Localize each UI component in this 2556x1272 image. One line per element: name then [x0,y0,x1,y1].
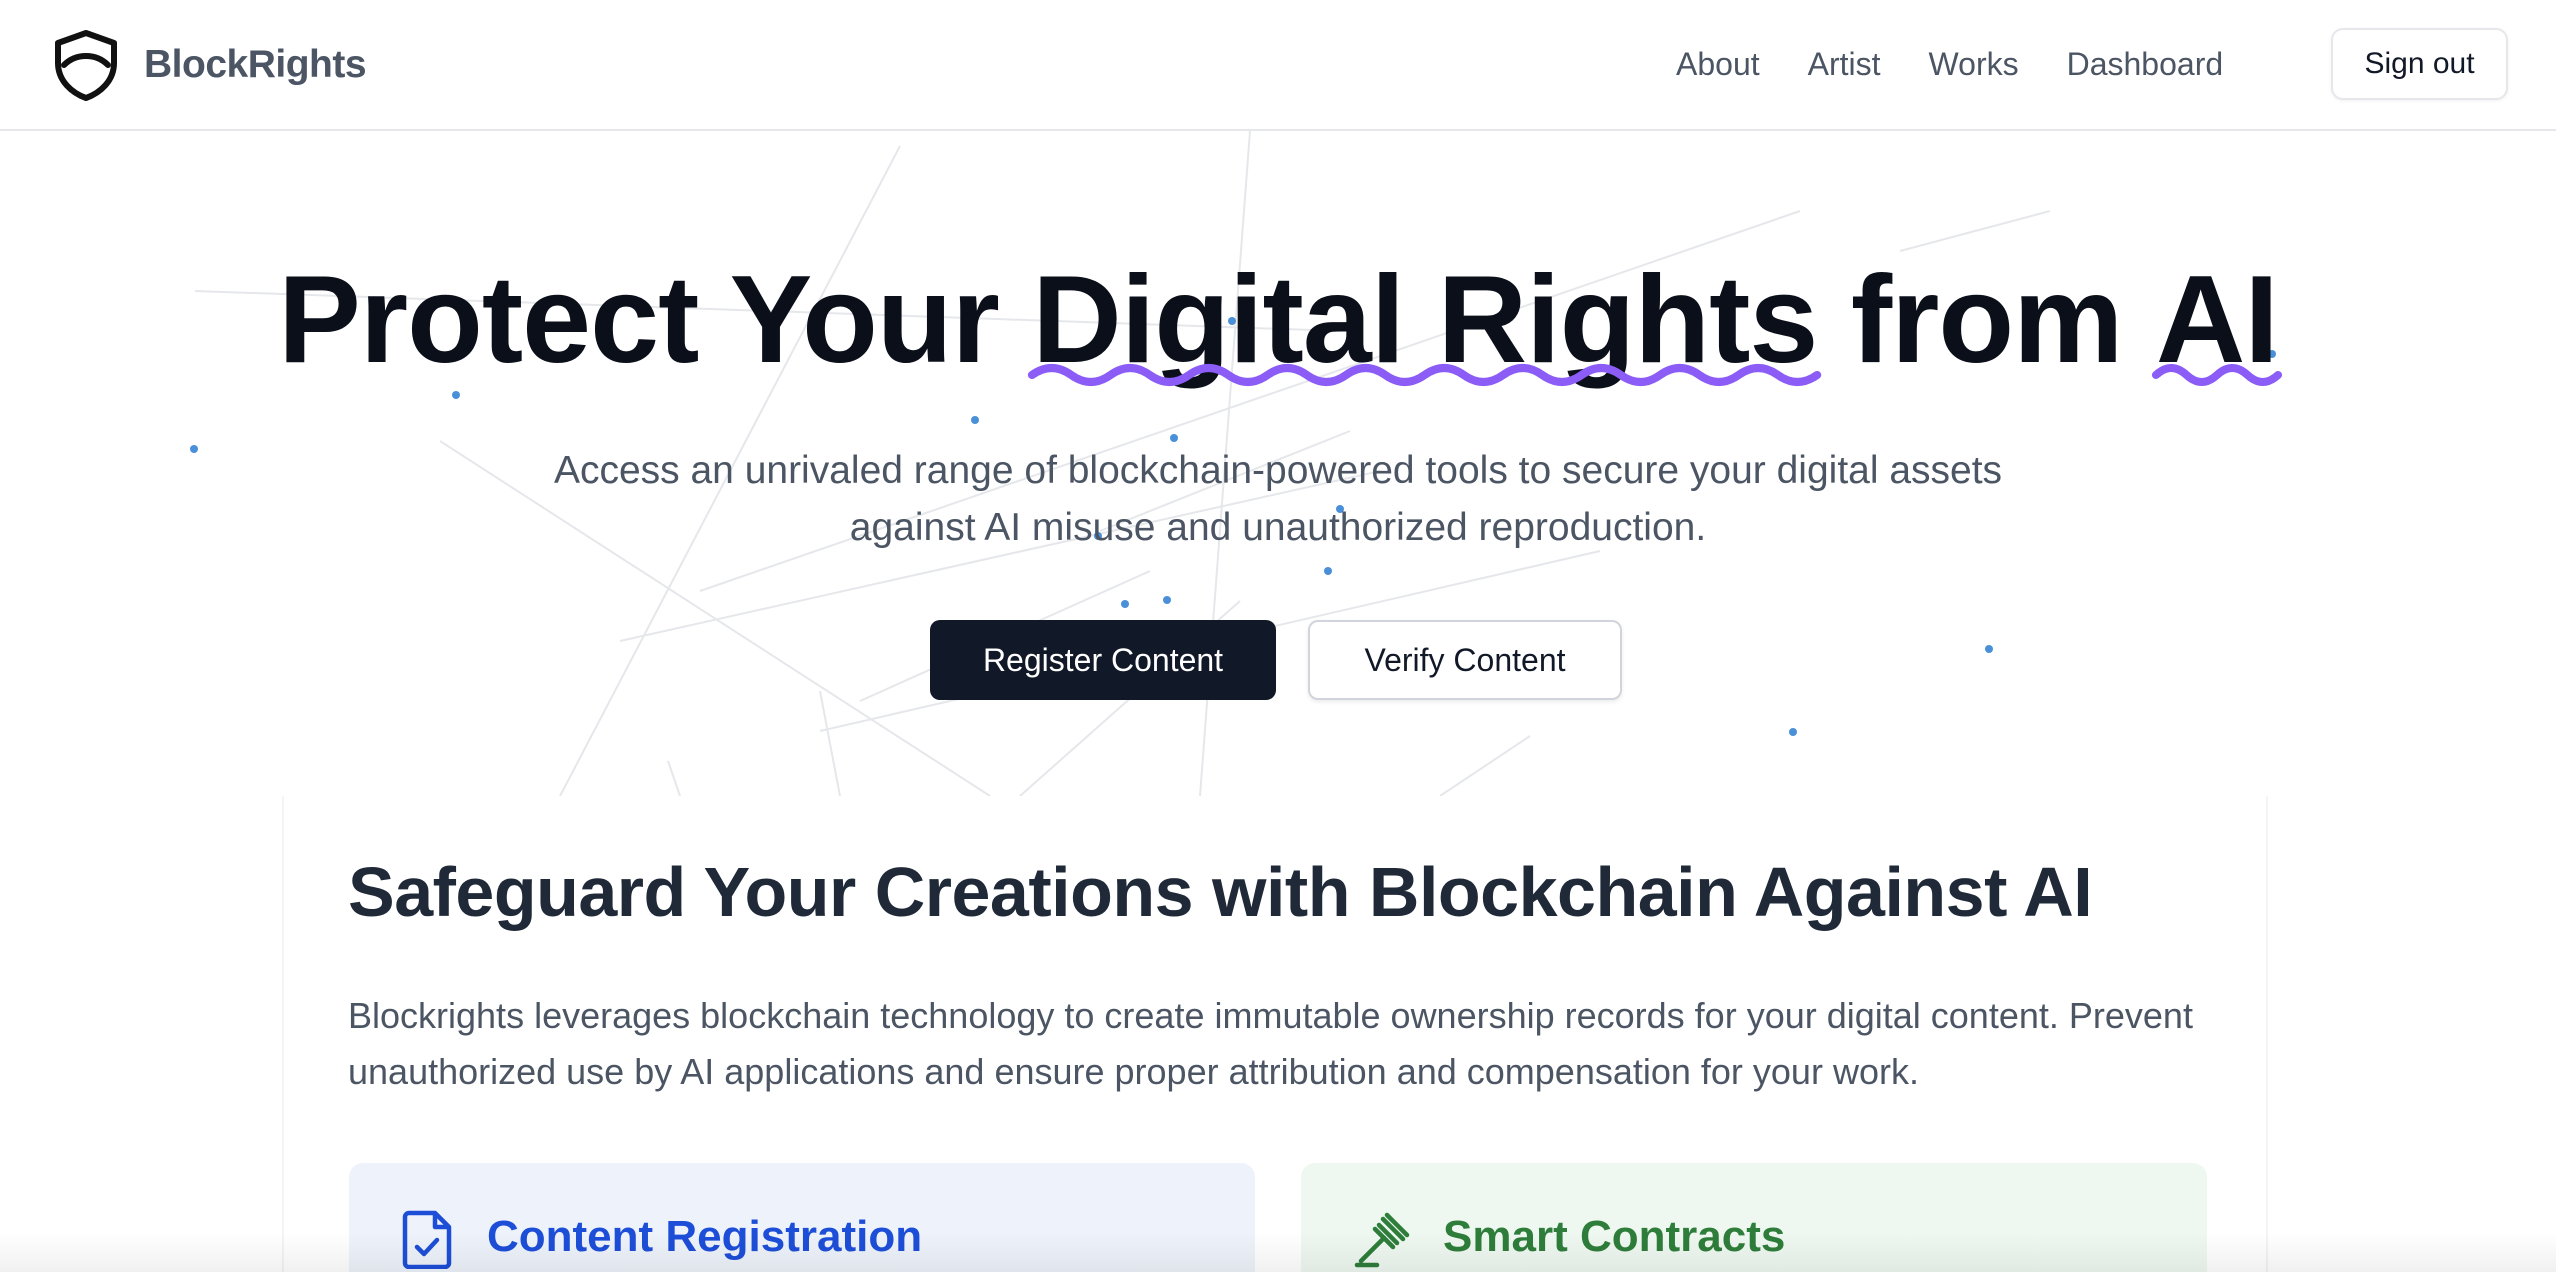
top-navbar: BlockRights About Artist Works Dashboard… [0,0,2556,131]
main-nav: About Artist Works Dashboard [1676,0,2223,129]
brand[interactable]: BlockRights [50,29,367,101]
feature-card-content-registration[interactable]: Content Registration [349,1163,1255,1272]
register-content-button[interactable]: Register Content [930,620,1276,700]
shield-icon [50,29,122,101]
verify-content-button[interactable]: Verify Content [1308,620,1622,700]
feature-label: Smart Contracts [1443,1212,1786,1261]
nav-artist[interactable]: Artist [1808,46,1881,83]
feature-card-smart-contracts[interactable]: Smart Contracts [1301,1163,2207,1272]
hero-title: Protect Your Digital Rights from AI [0,245,2556,395]
nav-works[interactable]: Works [1929,46,2019,83]
hero-title-part1: Protect Your [278,251,1033,389]
sign-out-button[interactable]: Sign out [2331,28,2508,100]
gavel-icon [1353,1209,1413,1272]
features-section: Safeguard Your Creations with Blockchain… [282,796,2268,1272]
nav-about[interactable]: About [1676,46,1760,83]
hero-title-part2: from [1817,251,2156,389]
section-title: Safeguard Your Creations with Blockchain… [348,853,2093,931]
hero-title-highlight-digital-rights: Digital Rights [1028,245,1822,395]
file-check-icon [401,1209,457,1272]
squiggle-underline [2151,364,2282,386]
nav-dashboard[interactable]: Dashboard [2067,46,2224,83]
hero-subtitle: Access an unrivaled range of blockchain-… [553,449,2003,549]
section-description: Blockrights leverages blockchain technol… [348,995,2193,1092]
hero-title-highlight-ai: AI [2151,245,2282,395]
brand-name: BlockRights [144,42,367,86]
squiggle-underline [1028,364,1822,386]
feature-label: Content Registration [487,1212,923,1261]
